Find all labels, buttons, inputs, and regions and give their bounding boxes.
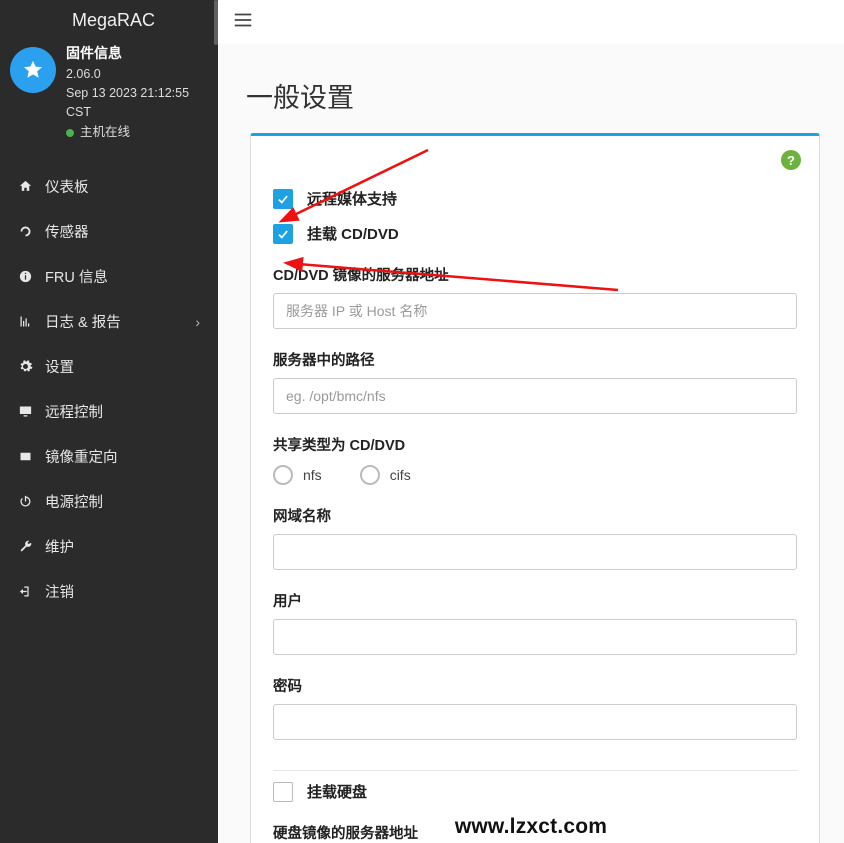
avatar (10, 47, 56, 93)
sidebar-item-logout[interactable]: 注销 (0, 569, 218, 614)
hdd-server-label: 硬盘镜像的服务器地址 (273, 822, 797, 843)
sidebar-item-label: 镜像重定向 (45, 446, 118, 467)
sidebar-item-power[interactable]: 电源控制 (0, 479, 218, 524)
home-icon (18, 179, 33, 194)
sidebar-item-fru[interactable]: FRU 信息 (0, 254, 218, 299)
checkbox-mount-cddvd[interactable] (273, 224, 293, 244)
hamburger-icon (232, 9, 254, 31)
monitor-icon (18, 404, 33, 419)
sidebar-item-logs[interactable]: 日志 & 报告 › (0, 299, 218, 344)
sidebar-item-label: 维护 (45, 536, 74, 557)
server-path-label: 服务器中的路径 (273, 349, 797, 370)
topbar (218, 0, 844, 44)
checkbox-mount-cddvd-row[interactable]: 挂载 CD/DVD (273, 223, 797, 244)
sidebar-item-remote[interactable]: 远程控制 (0, 389, 218, 434)
password-input[interactable] (273, 704, 797, 740)
page-title: 一般设置 (246, 76, 844, 115)
drive-icon (18, 449, 33, 464)
sidebar-item-image-redirect[interactable]: 镜像重定向 (0, 434, 218, 479)
sidebar-item-label: 远程控制 (45, 401, 103, 422)
settings-card: ? 远程媒体支持 挂载 CD/DVD CD/DVD 镜像的服务器地址 服务器中的… (250, 133, 820, 843)
radio-cifs[interactable] (360, 465, 380, 485)
status-dot-icon (66, 129, 74, 137)
sidebar-item-label: 仪表板 (45, 176, 89, 197)
sidebar-nav: 仪表板 传感器 FRU 信息 日志 & 报告 › 设置 远程控制 (0, 164, 218, 614)
checkbox-remote-media[interactable] (273, 189, 293, 209)
host-status-text: 主机在线 (80, 123, 130, 142)
checkbox-mount-hdd[interactable] (273, 782, 293, 802)
gauge-icon (18, 224, 33, 239)
radio-nfs[interactable] (273, 465, 293, 485)
brand-title: MegaRAC (0, 0, 218, 35)
logout-icon (18, 584, 33, 599)
sidebar-item-label: FRU 信息 (45, 266, 108, 287)
password-label: 密码 (273, 675, 797, 696)
check-icon (276, 227, 290, 241)
checkbox-mount-cddvd-label: 挂载 CD/DVD (307, 223, 399, 244)
firmware-heading: 固件信息 (66, 43, 204, 65)
menu-toggle-button[interactable] (232, 9, 254, 36)
info-icon (18, 269, 33, 284)
wrench-icon (18, 539, 33, 554)
firmware-info: 固件信息 2.06.0 Sep 13 2023 21:12:55 CST 主机在… (0, 35, 218, 158)
chart-icon (18, 314, 33, 329)
radio-nfs-label: nfs (303, 467, 322, 483)
sidebar-item-label: 传感器 (45, 221, 89, 242)
power-icon (18, 494, 33, 509)
check-icon (276, 192, 290, 206)
star-icon (22, 59, 44, 81)
gear-icon (18, 359, 33, 374)
cddvd-server-label: CD/DVD 镜像的服务器地址 (273, 264, 797, 285)
sidebar: MegaRAC 固件信息 2.06.0 Sep 13 2023 21:12:55… (0, 0, 218, 843)
cddvd-server-input[interactable] (273, 293, 797, 329)
checkbox-remote-media-row[interactable]: 远程媒体支持 (273, 188, 797, 209)
sidebar-item-label: 电源控制 (45, 491, 103, 512)
sidebar-item-maintenance[interactable]: 维护 (0, 524, 218, 569)
server-path-input[interactable] (273, 378, 797, 414)
checkbox-mount-hdd-label: 挂载硬盘 (307, 781, 367, 802)
checkbox-mount-hdd-row[interactable]: 挂载硬盘 (273, 781, 797, 802)
checkbox-remote-media-label: 远程媒体支持 (307, 188, 397, 209)
share-type-label: 共享类型为 CD/DVD (273, 434, 797, 455)
user-input[interactable] (273, 619, 797, 655)
radio-cifs-label: cifs (390, 467, 411, 483)
sidebar-item-sensor[interactable]: 传感器 (0, 209, 218, 254)
chevron-right-icon: › (195, 314, 200, 330)
sidebar-item-label: 注销 (45, 581, 74, 602)
user-label: 用户 (273, 590, 797, 611)
domain-input[interactable] (273, 534, 797, 570)
sidebar-item-settings[interactable]: 设置 (0, 344, 218, 389)
divider (273, 770, 797, 771)
domain-label: 网域名称 (273, 505, 797, 526)
sidebar-item-dashboard[interactable]: 仪表板 (0, 164, 218, 209)
firmware-version: 2.06.0 (66, 65, 204, 84)
help-icon[interactable]: ? (781, 150, 801, 170)
sidebar-item-label: 设置 (45, 356, 74, 377)
main: 一般设置 ? 远程媒体支持 挂载 CD/DVD CD/DVD 镜像的服务器地址 … (218, 0, 844, 843)
firmware-timestamp: Sep 13 2023 21:12:55 CST (66, 84, 204, 123)
sidebar-item-label: 日志 & 报告 (45, 311, 121, 332)
